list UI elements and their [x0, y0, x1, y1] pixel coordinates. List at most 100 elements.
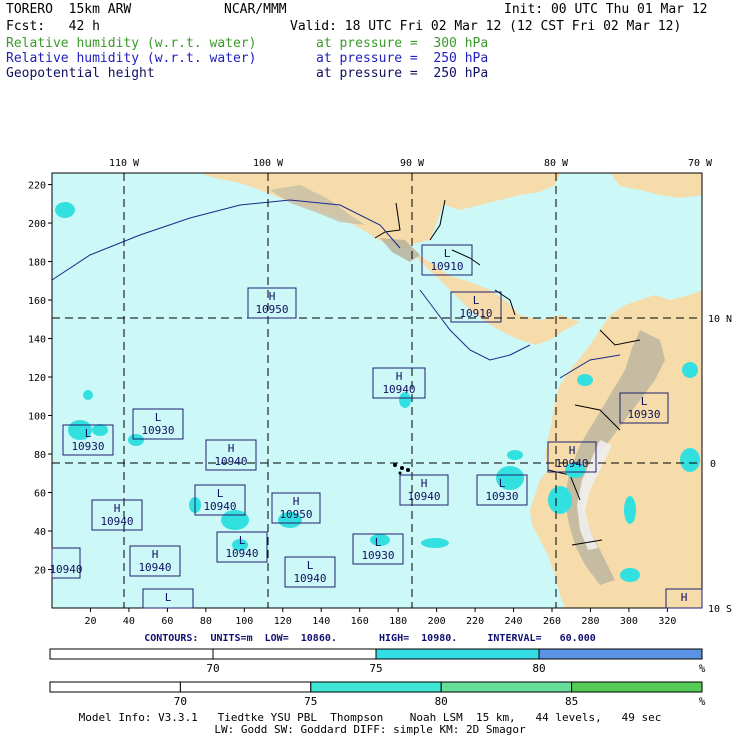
hl-letter: L: [641, 395, 648, 408]
hl-letter: L: [85, 427, 92, 440]
colorbar-tick-label: 75: [369, 662, 382, 675]
x-tick-label: 140: [312, 616, 330, 627]
colorbar-segment: [179, 681, 312, 693]
hl-letter: L: [499, 477, 506, 490]
colorbar-tick-label: 80: [532, 662, 545, 675]
x-tick-label: 120: [274, 616, 292, 627]
colorbar-unit: %: [699, 662, 706, 675]
hl-letter: L: [375, 536, 382, 549]
hl-value: 10940: [382, 383, 415, 396]
x-tick-label: 40: [123, 616, 135, 627]
y-tick-label: 60: [34, 489, 46, 500]
hl-letter: H: [569, 444, 576, 457]
colorbar-tick-label: 70: [174, 695, 187, 705]
hl-value: 10910: [430, 260, 463, 273]
x-tick-label: 240: [505, 616, 523, 627]
x-tick-label: 100: [235, 616, 253, 627]
hl-value: 10940: [293, 572, 326, 585]
y-tick-label: 140: [28, 335, 46, 346]
hl-value: 10950: [279, 508, 312, 521]
x-tick-label: 200: [428, 616, 446, 627]
hl-value: 10930: [71, 440, 104, 453]
colorbar-segment: [571, 681, 703, 693]
hl-value: 10930: [485, 490, 518, 503]
x-tick-label: 20: [84, 616, 96, 627]
hl-value: 10940: [49, 563, 82, 576]
hl-letter: H: [269, 290, 276, 303]
hl-value: 10940: [100, 515, 133, 528]
lat-label-0: 0: [710, 459, 716, 470]
x-tick-label: 180: [389, 616, 407, 627]
colorbar-segment: [49, 648, 214, 660]
hl-letter: L: [307, 559, 314, 572]
y-tick-label: 180: [28, 258, 46, 269]
lat-label-10s: 10 S: [708, 604, 732, 615]
hl-value: 10940: [138, 561, 171, 574]
hl-letter: L: [444, 247, 451, 260]
hl-letter: H: [681, 591, 688, 604]
x-tick-label: 260: [543, 616, 561, 627]
hl-value: 10940: [214, 455, 247, 468]
hl-letter: L: [155, 411, 162, 424]
y-tick-label: 20: [34, 566, 46, 577]
colorbar-segment: [310, 681, 442, 693]
hl-letter: L: [217, 487, 224, 500]
hl-letter: H: [421, 477, 428, 490]
lon-label-70w: 70 W: [688, 158, 713, 169]
hl-value: 10940: [203, 500, 236, 513]
x-tick-label: 160: [351, 616, 369, 627]
hl-value: 10910: [459, 307, 492, 320]
colorbar-tick-label: 70: [206, 662, 219, 675]
hl-letter: H: [293, 495, 300, 508]
colorbar-segment: [375, 648, 540, 660]
colorbar-segment: [49, 681, 181, 693]
x-tick-label: 80: [200, 616, 212, 627]
lon-label-110w: 110 W: [109, 158, 140, 169]
y-tick-label: 200: [28, 219, 46, 230]
hl-value: 10940: [407, 490, 440, 503]
colorbar-tick-label: 85: [565, 695, 578, 705]
hl-letter: L: [239, 534, 246, 547]
colorbar-unit: %: [699, 695, 706, 705]
colorbar-rh-250: 70 75 80%: [49, 648, 706, 675]
colorbar-tick-label: 75: [304, 695, 317, 705]
contour-info: CONTOURS: UNITS=m LOW= 10860. HIGH= 1098…: [144, 633, 596, 644]
hl-letter: H: [114, 502, 121, 515]
lon-label-90w: 90 W: [400, 158, 425, 169]
colorbar-rh-300: 70 75 80 85%: [49, 681, 706, 705]
hl-letter: L: [473, 294, 480, 307]
y-tick-label: 40: [34, 527, 46, 538]
y-tick-label: 160: [28, 296, 46, 307]
x-tick-label: 280: [581, 616, 599, 627]
y-tick-label: 120: [28, 373, 46, 384]
lon-label-80w: 80 W: [544, 158, 569, 169]
x-tick-label: 60: [161, 616, 173, 627]
field-2-name: Relative humidity (w.r.t. water): [6, 51, 257, 66]
lat-label-10n: 10 N: [708, 314, 732, 325]
colorbar-tick-label: 80: [435, 695, 448, 705]
y-tick-label: 100: [28, 412, 46, 423]
colorbar-segment: [212, 648, 377, 660]
model-info-line-2: LW: Godd SW: Goddard DIFF: simple KM: 2D…: [214, 723, 526, 736]
hl-letter: H: [396, 370, 403, 383]
hl-value: 10930: [627, 408, 660, 421]
init-time: Init: 00 UTC Thu 01 Mar 12: [504, 2, 708, 17]
hl-letter: H: [152, 548, 159, 561]
weather-map: 110 W 100 W 90 W 80 W 70 W 10 N 0 10 S 2…: [28, 158, 732, 627]
colorbar-segment: [538, 648, 703, 660]
field-3-name: Geopotential height: [6, 66, 155, 81]
field-1-level: at pressure = 300 hPa: [316, 36, 489, 51]
hl-letter: H: [228, 442, 235, 455]
hl-value: 10930: [141, 424, 174, 437]
lon-label-100w: 100 W: [253, 158, 284, 169]
forecast-hour: Fcst: 42 h: [6, 19, 100, 34]
hl-value: 10950: [255, 303, 288, 316]
colorbar-segment: [440, 681, 573, 693]
hl-value: 10940: [555, 457, 588, 470]
x-tick-label: 220: [466, 616, 484, 627]
x-tick-label: 320: [658, 616, 676, 627]
model-name: TORERO 15km ARW: [6, 2, 132, 17]
colorbars: 70 75 80% 70 75 80 85%: [49, 648, 706, 705]
hl-value: 10940: [225, 547, 258, 560]
field-2-level: at pressure = 250 hPa: [316, 51, 489, 66]
